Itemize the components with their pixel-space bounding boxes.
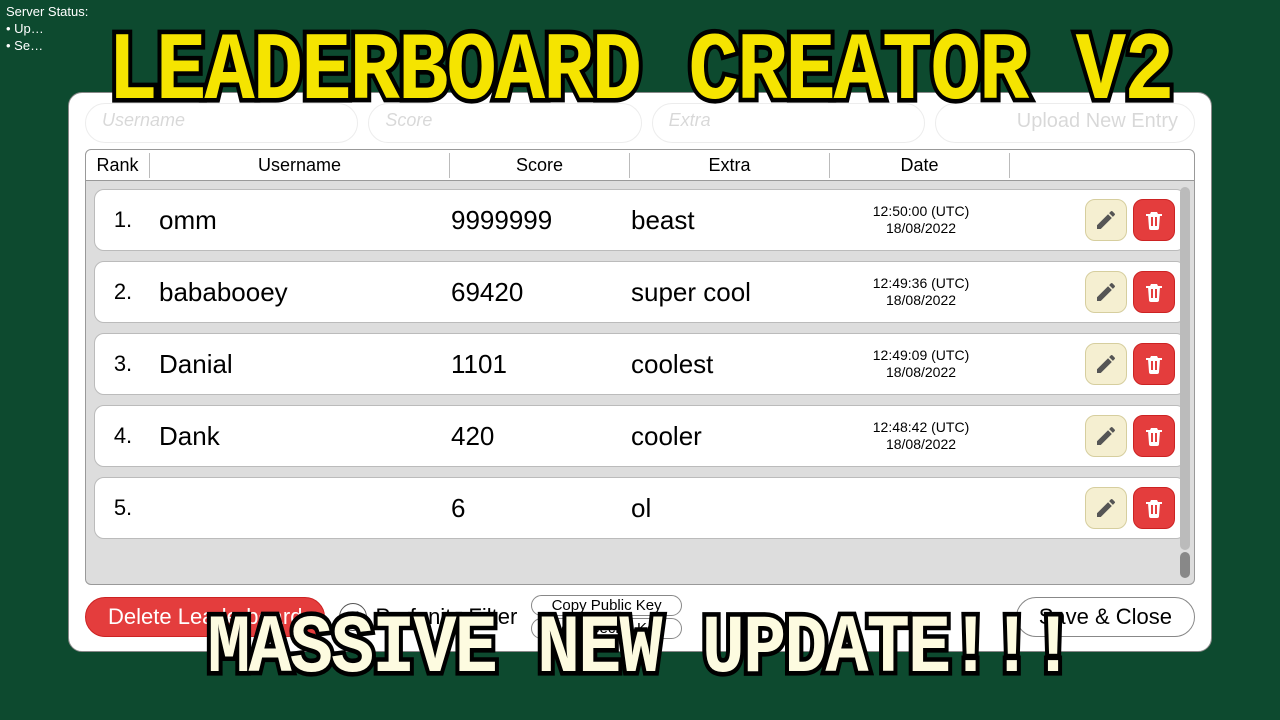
table-row: 2.bababooey69420super cool12:49:36 (UTC)… bbox=[94, 261, 1186, 323]
pencil-icon bbox=[1094, 496, 1118, 520]
trash-icon bbox=[1142, 496, 1166, 520]
cell-score: 9999999 bbox=[451, 205, 631, 236]
pencil-icon bbox=[1094, 424, 1118, 448]
trash-icon bbox=[1142, 352, 1166, 376]
trash-icon bbox=[1142, 424, 1166, 448]
cell-actions bbox=[1011, 487, 1179, 529]
pencil-icon bbox=[1094, 208, 1118, 232]
edit-button[interactable] bbox=[1085, 271, 1127, 313]
table-row: 4.Dank420cooler12:48:42 (UTC)18/08/2022 bbox=[94, 405, 1186, 467]
col-extra: Extra bbox=[630, 153, 830, 178]
cell-score: 420 bbox=[451, 421, 631, 452]
cell-rank: 2. bbox=[95, 279, 151, 305]
col-date: Date bbox=[830, 153, 1010, 178]
col-actions bbox=[1010, 163, 1194, 167]
cell-actions bbox=[1011, 271, 1179, 313]
cell-extra: super cool bbox=[631, 277, 831, 308]
pencil-icon bbox=[1094, 352, 1118, 376]
edit-button[interactable] bbox=[1085, 415, 1127, 457]
cell-score: 69420 bbox=[451, 277, 631, 308]
cell-extra: ol bbox=[631, 493, 831, 524]
scrollbar-thumb[interactable] bbox=[1180, 187, 1190, 550]
pencil-icon bbox=[1094, 280, 1118, 304]
cell-date: 12:49:36 (UTC)18/08/2022 bbox=[831, 275, 1011, 309]
overlay-subtitle: MASSIVE NEW UPDATE!!! bbox=[207, 602, 1072, 696]
delete-button[interactable] bbox=[1133, 271, 1175, 313]
server-status: Server Status: Up… Se… bbox=[6, 4, 88, 55]
cell-rank: 4. bbox=[95, 423, 151, 449]
cell-score: 1101 bbox=[451, 349, 631, 380]
delete-button[interactable] bbox=[1133, 487, 1175, 529]
trash-icon bbox=[1142, 208, 1166, 232]
cell-extra: cooler bbox=[631, 421, 831, 452]
table-row: 5. 6ol bbox=[94, 477, 1186, 539]
cell-username: omm bbox=[151, 205, 451, 236]
col-score: Score bbox=[450, 153, 630, 178]
cell-date bbox=[831, 500, 1011, 517]
entries-list: 1.omm9999999beast12:50:00 (UTC)18/08/202… bbox=[85, 181, 1195, 585]
edit-button[interactable] bbox=[1085, 199, 1127, 241]
cell-extra: beast bbox=[631, 205, 831, 236]
cell-rank: 5. bbox=[95, 495, 151, 521]
cell-rank: 3. bbox=[95, 351, 151, 377]
overlay-title: LEADERBOARD CREATOR V2 bbox=[108, 19, 1173, 128]
trash-icon bbox=[1142, 280, 1166, 304]
cell-actions bbox=[1011, 415, 1179, 457]
delete-button[interactable] bbox=[1133, 415, 1175, 457]
delete-button[interactable] bbox=[1133, 343, 1175, 385]
col-username: Username bbox=[150, 153, 450, 178]
leaderboard-panel: Username Score Extra Upload New Entry Ra… bbox=[68, 92, 1212, 652]
delete-button[interactable] bbox=[1133, 199, 1175, 241]
cell-date: 12:50:00 (UTC)18/08/2022 bbox=[831, 203, 1011, 237]
cell-username: Danial bbox=[151, 349, 451, 380]
status-line: Up… bbox=[6, 21, 88, 38]
status-header: Server Status: bbox=[6, 4, 88, 21]
cell-actions bbox=[1011, 343, 1179, 385]
col-rank: Rank bbox=[86, 153, 150, 178]
table-header: Rank Username Score Extra Date bbox=[85, 149, 1195, 181]
cell-actions bbox=[1011, 199, 1179, 241]
status-line: Se… bbox=[6, 38, 88, 55]
cell-extra: coolest bbox=[631, 349, 831, 380]
table-row: 3.Danial1101coolest12:49:09 (UTC)18/08/2… bbox=[94, 333, 1186, 395]
cell-date: 12:48:42 (UTC)18/08/2022 bbox=[831, 419, 1011, 453]
cell-username: bababooey bbox=[151, 277, 451, 308]
cell-username: Dank bbox=[151, 421, 451, 452]
edit-button[interactable] bbox=[1085, 343, 1127, 385]
cell-date: 12:49:09 (UTC)18/08/2022 bbox=[831, 347, 1011, 381]
cell-score: 6 bbox=[451, 493, 631, 524]
table-row: 1.omm9999999beast12:50:00 (UTC)18/08/202… bbox=[94, 189, 1186, 251]
edit-button[interactable] bbox=[1085, 487, 1127, 529]
scrollbar-track[interactable] bbox=[1180, 552, 1190, 578]
cell-rank: 1. bbox=[95, 207, 151, 233]
